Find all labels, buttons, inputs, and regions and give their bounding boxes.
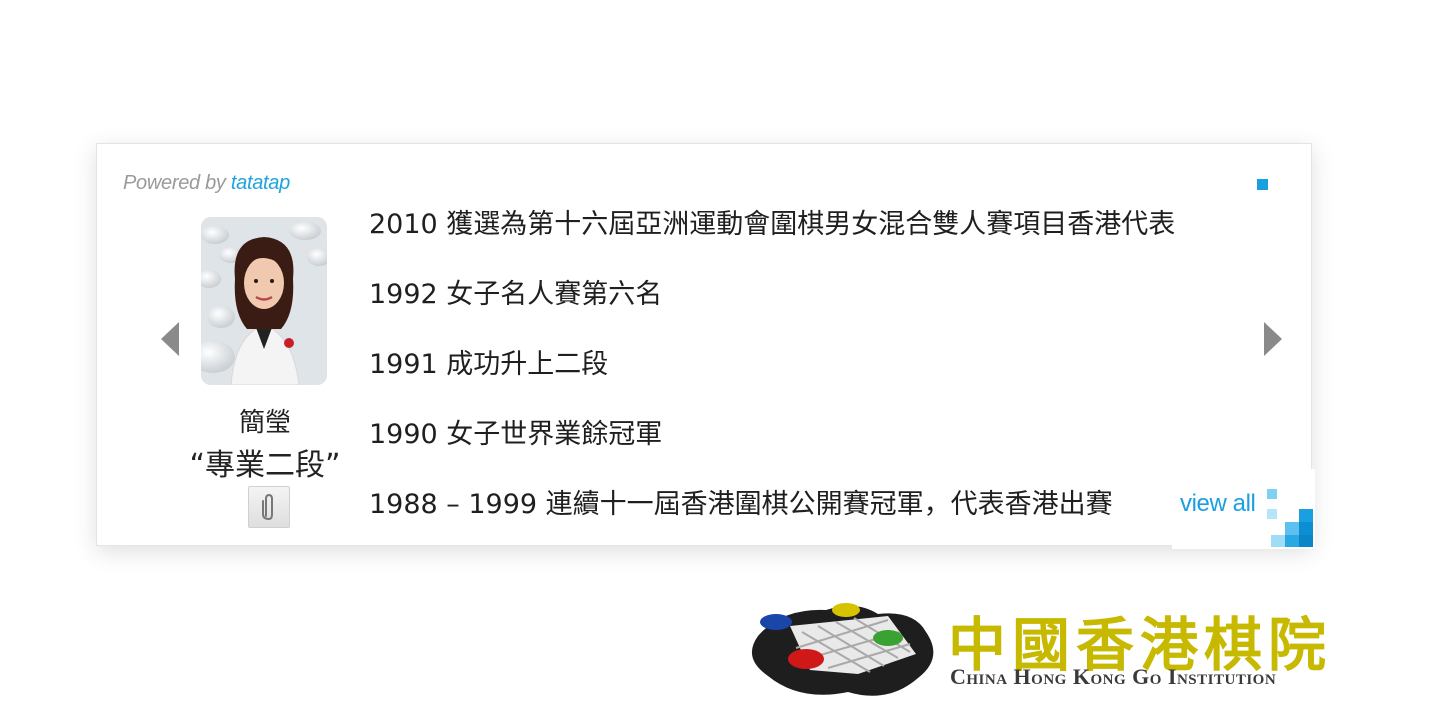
list-item: 1991 成功升上二段 (369, 349, 609, 380)
list-item: 1992 女子名人賽第六名 (369, 279, 663, 310)
logo-english-name: China Hong Kong Go Institution (950, 664, 1277, 689)
profile-title: “專業二段” (189, 448, 341, 483)
powered-by-brand[interactable]: tatatap (231, 172, 290, 194)
view-all-link[interactable]: view all (1180, 490, 1256, 518)
paperclip-icon[interactable] (248, 486, 290, 528)
profile-photo (201, 217, 327, 385)
list-item: 1988 – 1999 連續十一屆香港圍棋公開賽冠軍，代表香港出賽 (369, 489, 1113, 520)
list-item: 1990 女子世界業餘冠軍 (369, 419, 663, 450)
profile-card: Powered by tatatap 簡瑩 “專業二段” 2010 獲選為第十六… (96, 143, 1315, 549)
list-item: 2010 獲選為第十六屆亞洲運動會圍棋男女混合雙人賽項目香港代表 (369, 209, 1176, 240)
profile-name: 簡瑩 (238, 408, 291, 438)
chevron-right-icon[interactable] (1264, 322, 1282, 356)
corner-square-icon (1257, 179, 1268, 190)
powered-by-label[interactable]: Powered by tatatap (123, 172, 290, 195)
chevron-left-icon[interactable] (161, 322, 179, 356)
profile-photo-image (201, 217, 327, 385)
go-board-logo-icon (751, 603, 934, 696)
powered-by-prefix: Powered by (123, 172, 226, 194)
